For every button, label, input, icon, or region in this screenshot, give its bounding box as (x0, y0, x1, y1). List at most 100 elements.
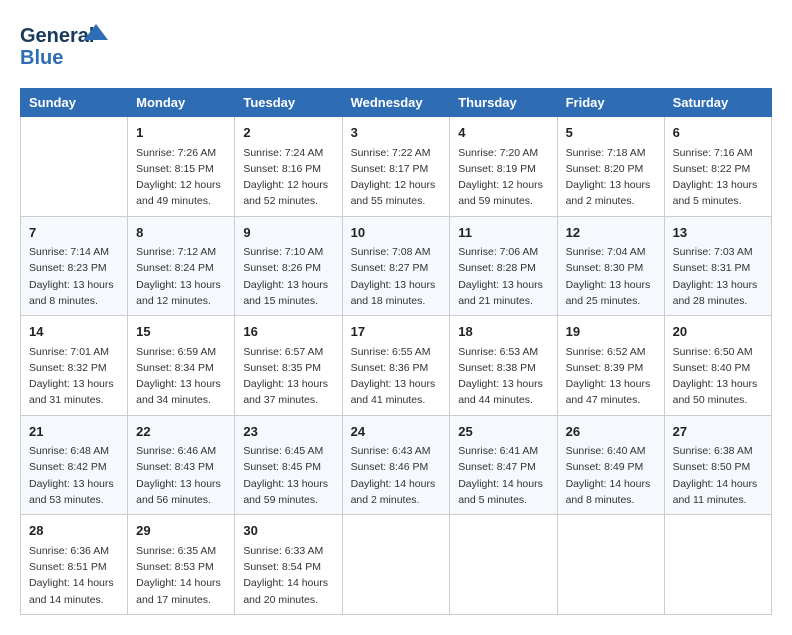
sun-info: Sunrise: 6:38 AMSunset: 8:50 PMDaylight:… (673, 443, 763, 508)
calendar-cell: 1Sunrise: 7:26 AMSunset: 8:15 PMDaylight… (128, 117, 235, 217)
calendar-cell: 27Sunrise: 6:38 AMSunset: 8:50 PMDayligh… (664, 415, 771, 515)
day-number: 15 (136, 322, 226, 342)
calendar-cell: 26Sunrise: 6:40 AMSunset: 8:49 PMDayligh… (557, 415, 664, 515)
sun-info: Sunrise: 6:59 AMSunset: 8:34 PMDaylight:… (136, 344, 226, 409)
calendar-cell: 11Sunrise: 7:06 AMSunset: 8:28 PMDayligh… (450, 216, 557, 316)
calendar-cell (21, 117, 128, 217)
calendar-week-row: 28Sunrise: 6:36 AMSunset: 8:51 PMDayligh… (21, 515, 772, 615)
calendar-cell: 16Sunrise: 6:57 AMSunset: 8:35 PMDayligh… (235, 316, 342, 416)
day-number: 2 (243, 123, 333, 143)
sun-info: Sunrise: 7:20 AMSunset: 8:19 PMDaylight:… (458, 145, 548, 210)
calendar-cell (342, 515, 450, 615)
calendar-week-row: 14Sunrise: 7:01 AMSunset: 8:32 PMDayligh… (21, 316, 772, 416)
day-number: 17 (351, 322, 442, 342)
logo-svg: General Blue (20, 20, 110, 72)
svg-text:General: General (20, 25, 94, 47)
day-number: 24 (351, 422, 442, 442)
calendar-cell: 28Sunrise: 6:36 AMSunset: 8:51 PMDayligh… (21, 515, 128, 615)
calendar-cell: 5Sunrise: 7:18 AMSunset: 8:20 PMDaylight… (557, 117, 664, 217)
calendar-week-row: 1Sunrise: 7:26 AMSunset: 8:15 PMDaylight… (21, 117, 772, 217)
weekday-header: Saturday (664, 89, 771, 117)
sun-info: Sunrise: 7:12 AMSunset: 8:24 PMDaylight:… (136, 244, 226, 309)
sun-info: Sunrise: 7:26 AMSunset: 8:15 PMDaylight:… (136, 145, 226, 210)
day-number: 10 (351, 223, 442, 243)
calendar-cell: 4Sunrise: 7:20 AMSunset: 8:19 PMDaylight… (450, 117, 557, 217)
day-number: 8 (136, 223, 226, 243)
sun-info: Sunrise: 7:01 AMSunset: 8:32 PMDaylight:… (29, 344, 119, 409)
day-number: 22 (136, 422, 226, 442)
svg-text:Blue: Blue (20, 47, 63, 69)
day-number: 14 (29, 322, 119, 342)
sun-info: Sunrise: 6:57 AMSunset: 8:35 PMDaylight:… (243, 344, 333, 409)
calendar-cell (450, 515, 557, 615)
calendar-cell: 22Sunrise: 6:46 AMSunset: 8:43 PMDayligh… (128, 415, 235, 515)
day-number: 1 (136, 123, 226, 143)
calendar-cell: 21Sunrise: 6:48 AMSunset: 8:42 PMDayligh… (21, 415, 128, 515)
sun-info: Sunrise: 7:04 AMSunset: 8:30 PMDaylight:… (566, 244, 656, 309)
calendar-cell: 15Sunrise: 6:59 AMSunset: 8:34 PMDayligh… (128, 316, 235, 416)
sun-info: Sunrise: 7:03 AMSunset: 8:31 PMDaylight:… (673, 244, 763, 309)
calendar-cell: 29Sunrise: 6:35 AMSunset: 8:53 PMDayligh… (128, 515, 235, 615)
day-number: 28 (29, 521, 119, 541)
day-number: 29 (136, 521, 226, 541)
day-number: 30 (243, 521, 333, 541)
day-number: 18 (458, 322, 548, 342)
calendar-week-row: 7Sunrise: 7:14 AMSunset: 8:23 PMDaylight… (21, 216, 772, 316)
sun-info: Sunrise: 6:40 AMSunset: 8:49 PMDaylight:… (566, 443, 656, 508)
logo: General Blue (20, 20, 110, 72)
weekday-header: Sunday (21, 89, 128, 117)
sun-info: Sunrise: 6:50 AMSunset: 8:40 PMDaylight:… (673, 344, 763, 409)
sun-info: Sunrise: 7:06 AMSunset: 8:28 PMDaylight:… (458, 244, 548, 309)
calendar-cell: 13Sunrise: 7:03 AMSunset: 8:31 PMDayligh… (664, 216, 771, 316)
calendar-cell (557, 515, 664, 615)
weekday-header: Thursday (450, 89, 557, 117)
calendar-table: SundayMondayTuesdayWednesdayThursdayFrid… (20, 88, 772, 615)
sun-info: Sunrise: 6:53 AMSunset: 8:38 PMDaylight:… (458, 344, 548, 409)
calendar-cell: 7Sunrise: 7:14 AMSunset: 8:23 PMDaylight… (21, 216, 128, 316)
calendar-cell: 23Sunrise: 6:45 AMSunset: 8:45 PMDayligh… (235, 415, 342, 515)
calendar-cell: 24Sunrise: 6:43 AMSunset: 8:46 PMDayligh… (342, 415, 450, 515)
day-number: 27 (673, 422, 763, 442)
day-number: 5 (566, 123, 656, 143)
day-number: 26 (566, 422, 656, 442)
day-number: 7 (29, 223, 119, 243)
sun-info: Sunrise: 6:43 AMSunset: 8:46 PMDaylight:… (351, 443, 442, 508)
sun-info: Sunrise: 7:16 AMSunset: 8:22 PMDaylight:… (673, 145, 763, 210)
sun-info: Sunrise: 7:08 AMSunset: 8:27 PMDaylight:… (351, 244, 442, 309)
calendar-cell: 17Sunrise: 6:55 AMSunset: 8:36 PMDayligh… (342, 316, 450, 416)
calendar-cell: 25Sunrise: 6:41 AMSunset: 8:47 PMDayligh… (450, 415, 557, 515)
calendar-week-row: 21Sunrise: 6:48 AMSunset: 8:42 PMDayligh… (21, 415, 772, 515)
day-number: 23 (243, 422, 333, 442)
day-number: 6 (673, 123, 763, 143)
sun-info: Sunrise: 6:35 AMSunset: 8:53 PMDaylight:… (136, 543, 226, 608)
sun-info: Sunrise: 6:36 AMSunset: 8:51 PMDaylight:… (29, 543, 119, 608)
weekday-header-row: SundayMondayTuesdayWednesdayThursdayFrid… (21, 89, 772, 117)
calendar-cell: 19Sunrise: 6:52 AMSunset: 8:39 PMDayligh… (557, 316, 664, 416)
day-number: 20 (673, 322, 763, 342)
day-number: 19 (566, 322, 656, 342)
sun-info: Sunrise: 7:14 AMSunset: 8:23 PMDaylight:… (29, 244, 119, 309)
sun-info: Sunrise: 6:46 AMSunset: 8:43 PMDaylight:… (136, 443, 226, 508)
calendar-cell (664, 515, 771, 615)
sun-info: Sunrise: 7:10 AMSunset: 8:26 PMDaylight:… (243, 244, 333, 309)
weekday-header: Friday (557, 89, 664, 117)
page-header: General Blue (20, 20, 772, 72)
day-number: 11 (458, 223, 548, 243)
calendar-cell: 14Sunrise: 7:01 AMSunset: 8:32 PMDayligh… (21, 316, 128, 416)
calendar-cell: 10Sunrise: 7:08 AMSunset: 8:27 PMDayligh… (342, 216, 450, 316)
day-number: 3 (351, 123, 442, 143)
sun-info: Sunrise: 6:41 AMSunset: 8:47 PMDaylight:… (458, 443, 548, 508)
calendar-cell: 30Sunrise: 6:33 AMSunset: 8:54 PMDayligh… (235, 515, 342, 615)
weekday-header: Tuesday (235, 89, 342, 117)
sun-info: Sunrise: 6:48 AMSunset: 8:42 PMDaylight:… (29, 443, 119, 508)
sun-info: Sunrise: 7:22 AMSunset: 8:17 PMDaylight:… (351, 145, 442, 210)
day-number: 4 (458, 123, 548, 143)
day-number: 13 (673, 223, 763, 243)
day-number: 21 (29, 422, 119, 442)
calendar-cell: 9Sunrise: 7:10 AMSunset: 8:26 PMDaylight… (235, 216, 342, 316)
day-number: 9 (243, 223, 333, 243)
weekday-header: Wednesday (342, 89, 450, 117)
day-number: 16 (243, 322, 333, 342)
day-number: 25 (458, 422, 548, 442)
sun-info: Sunrise: 6:55 AMSunset: 8:36 PMDaylight:… (351, 344, 442, 409)
